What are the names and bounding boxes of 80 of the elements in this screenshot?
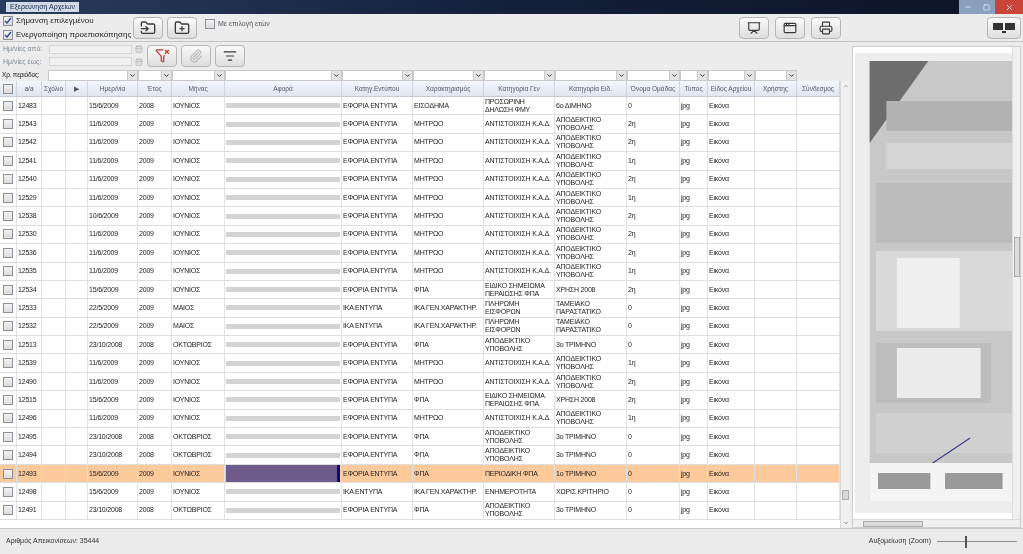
filter-dropdown[interactable] — [627, 69, 680, 81]
select-all-checkbox[interactable] — [3, 83, 13, 94]
row-checkbox[interactable] — [3, 229, 13, 240]
row-checkbox[interactable] — [3, 211, 13, 222]
printer-icon — [819, 20, 833, 35]
dropdown-arrow-icon[interactable] — [214, 70, 224, 80]
filter-dropdown[interactable] — [680, 69, 708, 81]
filter-dropdown[interactable] — [708, 69, 755, 81]
row-checkbox[interactable] — [3, 376, 13, 387]
dropdown-arrow-icon[interactable] — [786, 70, 796, 80]
row-checkbox[interactable] — [3, 247, 13, 258]
zoom-slider[interactable] — [937, 535, 1017, 548]
row-checkbox[interactable] — [3, 266, 13, 277]
scroll-thumb[interactable] — [842, 490, 849, 500]
table-scrollbar[interactable] — [840, 81, 850, 528]
dual-monitor-icon — [992, 21, 1016, 34]
date-field[interactable] — [49, 57, 132, 67]
checkbox[interactable] — [3, 15, 13, 26]
paperclip-icon — [189, 48, 203, 63]
row-checkbox[interactable] — [3, 100, 13, 111]
calendar-icon[interactable] — [134, 44, 143, 54]
checkbox-label: Ενεργοποίηση προεπισκόπησης — [16, 28, 132, 41]
filter-dropdown[interactable] — [342, 69, 413, 81]
dropdown-arrow-icon[interactable] — [669, 70, 679, 80]
row-checkbox[interactable] — [3, 192, 13, 203]
row-checkbox[interactable] — [3, 358, 13, 369]
row-checkbox[interactable] — [3, 155, 13, 166]
dropdown-arrow-icon[interactable] — [127, 70, 137, 80]
presentation-button[interactable] — [739, 16, 769, 39]
window-export-button[interactable] — [775, 16, 805, 39]
checkbox[interactable] — [205, 19, 215, 30]
printer-button[interactable] — [811, 16, 841, 39]
scroll-thumb[interactable] — [1013, 237, 1020, 277]
folder-import-button[interactable] — [133, 16, 163, 39]
dropdown-arrow-icon[interactable] — [331, 70, 341, 80]
row-checkbox[interactable] — [3, 431, 13, 442]
checkbox-label: Σήμανση επιλεγμένου — [16, 14, 94, 27]
row-checkbox[interactable] — [3, 339, 13, 350]
calendar-icon[interactable] — [134, 57, 143, 67]
row-checkbox[interactable] — [3, 450, 13, 461]
dual-monitor-button[interactable] — [987, 16, 1021, 39]
scroll-up-icon[interactable] — [842, 83, 849, 89]
filter-list-button[interactable] — [215, 44, 245, 67]
filter-list-icon — [223, 48, 237, 63]
date-field[interactable] — [49, 44, 132, 54]
preview-scrollbar[interactable] — [1012, 47, 1020, 519]
row-checkbox[interactable] — [3, 137, 13, 148]
checkbox[interactable] — [3, 29, 13, 40]
dropdown-arrow-icon[interactable] — [544, 70, 554, 80]
clear-filter-button[interactable] — [147, 44, 177, 67]
window-icon — [783, 20, 797, 35]
row-checkbox[interactable] — [3, 119, 13, 130]
filter-dropdown[interactable] — [413, 69, 484, 81]
row-checkbox[interactable] — [3, 468, 13, 479]
filter-dropdown[interactable] — [484, 69, 555, 81]
clear-filter-icon — [154, 48, 170, 63]
dropdown-arrow-icon[interactable] — [744, 70, 754, 80]
folder-add-button[interactable] — [167, 16, 197, 39]
preview-horizontal-scrollbar[interactable] — [853, 519, 1020, 527]
dropdown-arrow-icon[interactable] — [402, 70, 412, 80]
row-checkbox[interactable] — [3, 505, 13, 516]
row-checkbox[interactable] — [3, 486, 13, 497]
row-checkbox[interactable] — [3, 284, 13, 295]
row-checkbox[interactable] — [3, 174, 13, 185]
dropdown-arrow-icon[interactable] — [161, 70, 171, 80]
scroll-down-icon[interactable] — [842, 520, 849, 526]
presentation-icon — [747, 20, 761, 35]
row-checkbox[interactable] — [3, 413, 13, 424]
row-checkbox[interactable] — [3, 394, 13, 405]
dropdown-arrow-icon[interactable] — [616, 70, 626, 80]
row-checkbox[interactable] — [3, 321, 13, 332]
filter-dropdown[interactable] — [755, 69, 797, 81]
dropdown-arrow-icon[interactable] — [697, 70, 707, 80]
folder-import-icon — [140, 19, 156, 36]
folder-add-icon — [174, 19, 190, 36]
filter-dropdown[interactable] — [48, 69, 138, 81]
scroll-thumb[interactable] — [863, 520, 923, 527]
filter-dropdown[interactable] — [555, 69, 627, 81]
row-checkbox[interactable] — [3, 303, 13, 313]
dropdown-arrow-icon[interactable] — [473, 70, 483, 80]
